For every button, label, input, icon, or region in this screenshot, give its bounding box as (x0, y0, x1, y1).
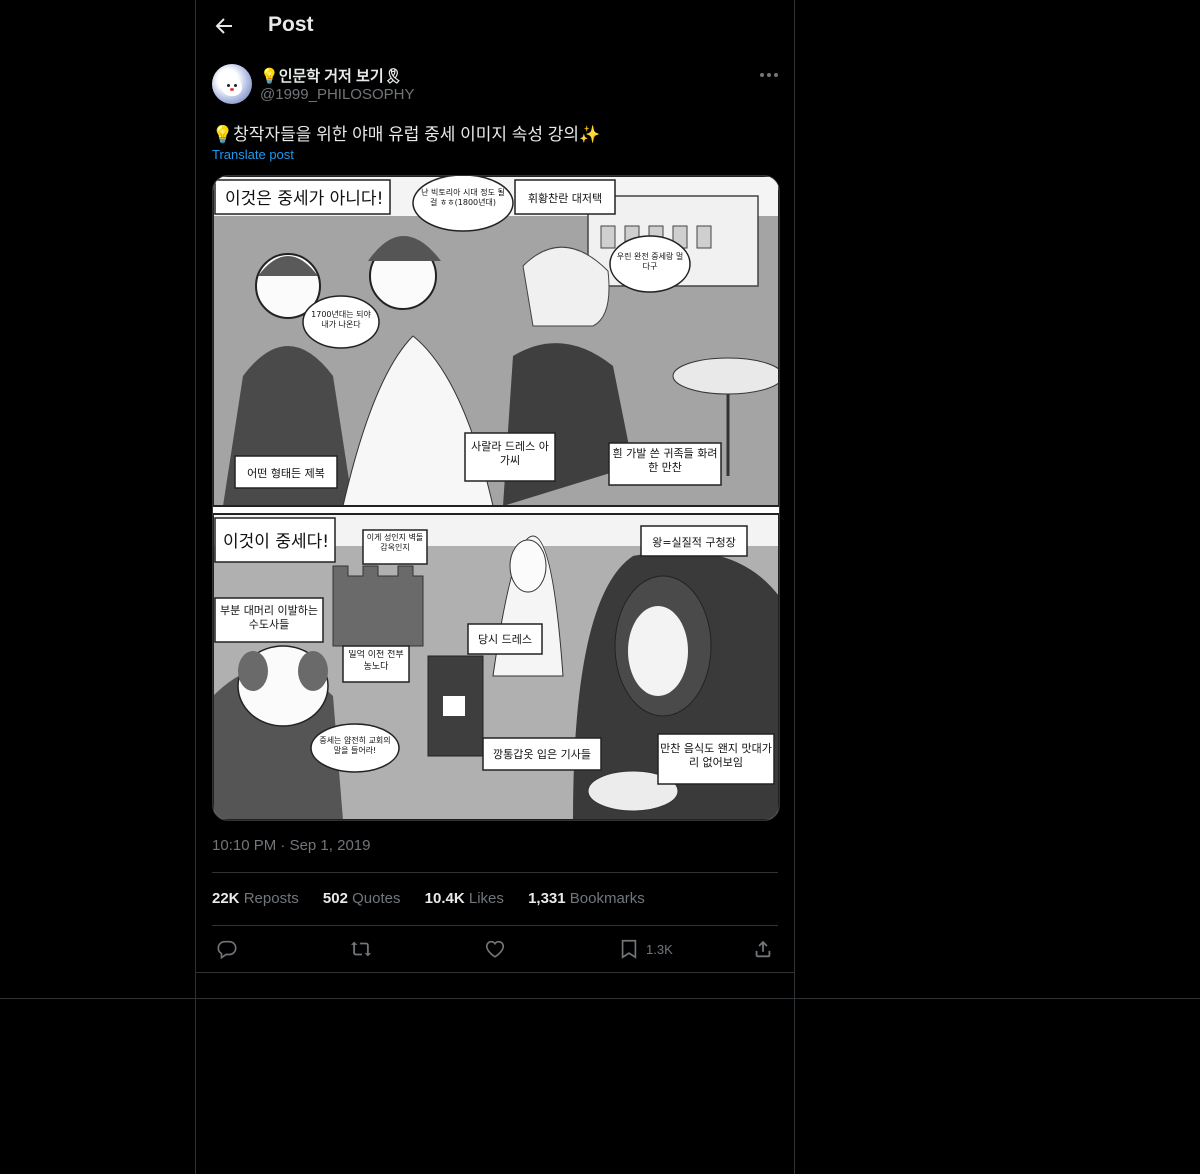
avatar-face (222, 78, 242, 96)
share-button[interactable] (752, 938, 774, 962)
bookmark-button[interactable]: 1.3K (618, 938, 673, 962)
bookmarks-count: 1,331 (528, 890, 566, 907)
bubble-victoria: 난 빅토리아 시대 정도 될걸 ㅎㅎ(1800년대) (421, 188, 505, 208)
label-farmers: 일억 이천 전부 농노다 (348, 650, 404, 672)
engagement-stats: 22K Reposts 502 Quotes 10.4K Likes 1,331… (212, 890, 665, 907)
likes-stat[interactable]: 10.4K Likes (425, 890, 504, 907)
bookmarks-stat[interactable]: 1,331 Bookmarks (528, 890, 645, 907)
tweet-text: 💡창작자들을 위한 야매 유럽 중세 이미지 속성 강의✨ (212, 125, 601, 144)
reply-icon (217, 940, 237, 960)
label-dress: 사랄라 드레스 아가씨 (471, 440, 549, 468)
quotes-count: 502 (322, 890, 348, 907)
post-time: 10:10 PM (212, 837, 277, 854)
avatar[interactable] (212, 64, 252, 104)
more-icon[interactable] (754, 62, 784, 88)
tea-table (672, 357, 779, 395)
avatar-nose (230, 88, 234, 91)
bookmarks-label: Bookmarks (569, 890, 645, 907)
timestamp-separator: · (280, 837, 286, 854)
panel2-caption: 이것이 중세다! (223, 532, 329, 552)
likes-label: Likes (468, 890, 504, 907)
back-arrow-icon[interactable] (212, 14, 236, 38)
quotes-label: Quotes (352, 890, 401, 907)
repost-icon (350, 941, 372, 957)
author-handle[interactable]: @1999_PHILOSOPHY (260, 86, 414, 103)
likes-count: 10.4K (424, 890, 465, 907)
stats-bottom-divider (212, 925, 778, 926)
author-name[interactable]: 💡인문학 거저 보기🎗 (260, 65, 403, 86)
quotes-stat[interactable]: 502 Quotes (323, 890, 401, 907)
reposts-count: 22K (212, 890, 240, 907)
bubble-castle: 이게 성인지 벽돌감옥인지 (366, 533, 424, 553)
reposts-label: Reposts (243, 890, 299, 907)
like-button[interactable] (484, 938, 506, 962)
avatar-eye (234, 84, 237, 87)
label-wig: 흰 가발 쓴 귀족들 화려한 만찬 (612, 447, 718, 475)
bubble-1700: 1700년대는 되야 내가 나온다 (311, 310, 371, 330)
stats-top-divider (212, 872, 778, 873)
like-icon (485, 940, 505, 958)
label-uniform: 어떤 형태든 제복 (247, 467, 325, 480)
label-knights: 깡통갑옷 입은 기사들 (493, 748, 591, 761)
label-monks: 부분 대머리 이발하는 수도사들 (219, 604, 319, 632)
actions-bottom-divider (196, 972, 794, 973)
panel1-caption: 이것은 중세가 아니다! (225, 189, 383, 209)
post-header: Post (196, 0, 794, 53)
bubble-church: 중세는 얌전히 교회의 말을 들어라! (319, 736, 391, 756)
translate-post-link[interactable]: Translate post (212, 147, 294, 162)
label-period-dress: 당시 드레스 (478, 633, 532, 646)
post-date: Sep 1, 2019 (289, 837, 371, 854)
main-column: Post 💡인문학 거저 보기🎗 @1999_PHILOSOPHY 💡창작자들을… (195, 0, 795, 1174)
action-bar: 1.3K (212, 936, 778, 964)
bookmark-icon (621, 939, 637, 959)
bubble-different: 우린 완전 중세랑 멀다구 (616, 252, 684, 272)
label-feast: 만찬 음식도 왠지 맛대가리 없어보임 (660, 742, 772, 770)
reply-button[interactable] (216, 938, 238, 962)
share-icon (755, 940, 771, 958)
post-timestamp[interactable]: 10:10 PM · Sep 1, 2019 (212, 837, 370, 854)
lightbulb-emoji: 💡 (260, 68, 279, 85)
castle-drawing (332, 565, 424, 647)
bookmark-count: 1.3K (646, 942, 673, 957)
repost-button[interactable] (350, 938, 372, 962)
author-name-text: 인문학 거저 보기 (278, 68, 384, 85)
page-title: Post (268, 13, 314, 36)
tweet-image[interactable]: 이것은 중세가 아니다! 난 빅토리아 시대 정도 될걸 ㅎㅎ(1800년대) … (212, 175, 780, 821)
ribbon-emoji: 🎗 (383, 68, 403, 85)
avatar-eye (227, 84, 230, 87)
label-mansion: 휘황찬란 대저택 (528, 191, 602, 205)
label-king: 왕=실질적 구청장 (652, 536, 736, 549)
reposts-stat[interactable]: 22K Reposts (212, 890, 299, 907)
